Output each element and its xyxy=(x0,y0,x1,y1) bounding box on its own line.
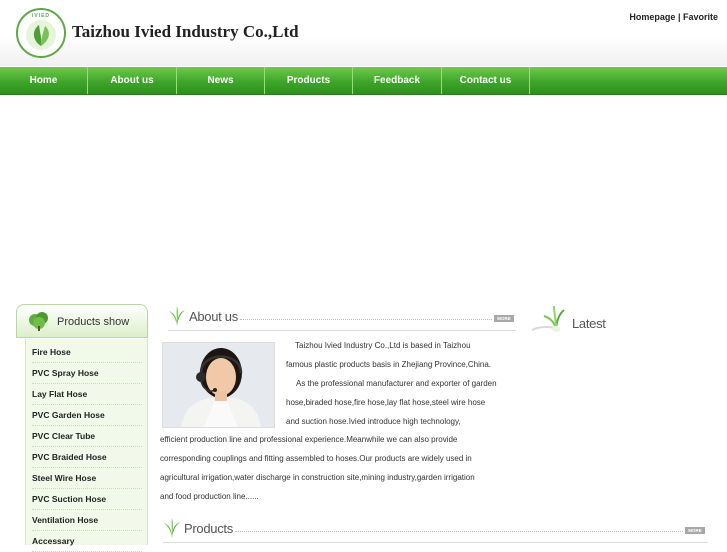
about-section-header: About us MORE xyxy=(168,304,516,328)
products-title: Products xyxy=(184,521,233,536)
about-underline xyxy=(168,330,516,331)
grass-icon xyxy=(164,518,180,538)
latest-title: Latest xyxy=(572,316,606,331)
about-text-line: Taizhou Ivied Industry Co.,Ltd is based … xyxy=(295,341,471,350)
about-text-line: efficient production line and profession… xyxy=(160,435,458,444)
favorite-link[interactable]: Favorite xyxy=(683,12,718,22)
sidebar-item-pvc-braided-hose[interactable]: PVC Braided Hose xyxy=(32,447,142,468)
about-text-line: and suction hose.Ivied introduce high te… xyxy=(286,417,461,426)
company-logo[interactable]: IVIED xyxy=(16,8,66,58)
main-nav: Home About us News Products Feedback Con… xyxy=(0,67,727,95)
homepage-link[interactable]: Homepage xyxy=(629,12,675,22)
sidebar-item-pvc-garden-hose[interactable]: PVC Garden Hose xyxy=(32,405,142,426)
about-text-line: As the professional manufacturer and exp… xyxy=(296,379,497,388)
about-text-line: and food production line...... xyxy=(160,492,259,501)
sidebar-list: Fire Hose PVC Spray Hose Lay Flat Hose P… xyxy=(25,339,148,552)
sprout-icon xyxy=(531,305,565,332)
about-divider xyxy=(240,319,492,320)
top-links: Homepage | Favorite xyxy=(629,12,718,22)
latest-section-header: Latest xyxy=(524,304,644,334)
products-section-header: Products MORE xyxy=(163,516,708,540)
products-more-button[interactable]: MORE xyxy=(685,527,705,534)
nav-about-us[interactable]: About us xyxy=(88,67,177,94)
about-title: About us xyxy=(189,309,238,324)
nav-feedback[interactable]: Feedback xyxy=(353,67,442,94)
sidebar-item-ventilation-hose[interactable]: Ventilation Hose xyxy=(32,510,142,531)
sidebar-item-lay-flat-hose[interactable]: Lay Flat Hose xyxy=(32,384,142,405)
leaf-logo-icon xyxy=(26,20,56,50)
operator-photo-illustration xyxy=(163,343,274,427)
nav-contact-us[interactable]: Contact us xyxy=(442,67,530,94)
sidebar-item-pvc-spray-hose[interactable]: PVC Spray Hose xyxy=(32,363,142,384)
sidebar-header: Products show xyxy=(16,304,148,338)
about-more-button[interactable]: MORE xyxy=(494,315,514,322)
nav-news[interactable]: News xyxy=(177,67,265,94)
sidebar-item-pvc-suction-hose[interactable]: PVC Suction Hose xyxy=(32,489,142,510)
products-underline xyxy=(163,542,708,543)
about-text-line: hose,biraded hose,fire hose,lay flat hos… xyxy=(286,398,486,407)
nav-home[interactable]: Home xyxy=(0,67,88,94)
about-text-line: agricultural irrigation,water discharge … xyxy=(160,473,475,482)
sidebar-title: Products show xyxy=(57,316,130,328)
sidebar-item-fire-hose[interactable]: Fire Hose xyxy=(32,342,142,363)
site-header: IVIED Taizhou Ivied Industry Co.,Ltd Hom… xyxy=(0,0,727,66)
top-links-separator: | xyxy=(677,12,681,22)
customer-service-photo xyxy=(162,342,275,428)
grass-icon xyxy=(169,306,185,326)
products-divider xyxy=(235,531,683,532)
sidebar-item-pvc-clear-tube[interactable]: PVC Clear Tube xyxy=(32,426,142,447)
nav-products[interactable]: Products xyxy=(265,67,353,94)
sidebar-item-steel-wire-hose[interactable]: Steel Wire Hose xyxy=(32,468,142,489)
tree-icon xyxy=(29,312,48,331)
products-sidebar: Products show Fire Hose PVC Spray Hose L… xyxy=(16,304,149,552)
about-text-line: corresponding couplings and fitting asse… xyxy=(160,454,472,463)
company-name: Taizhou Ivied Industry Co.,Ltd xyxy=(72,22,299,41)
about-text-line: famous plastic products basis in Zhejian… xyxy=(286,360,491,369)
banner-area xyxy=(0,95,727,300)
sidebar-item-accessary[interactable]: Accessary xyxy=(32,531,142,552)
